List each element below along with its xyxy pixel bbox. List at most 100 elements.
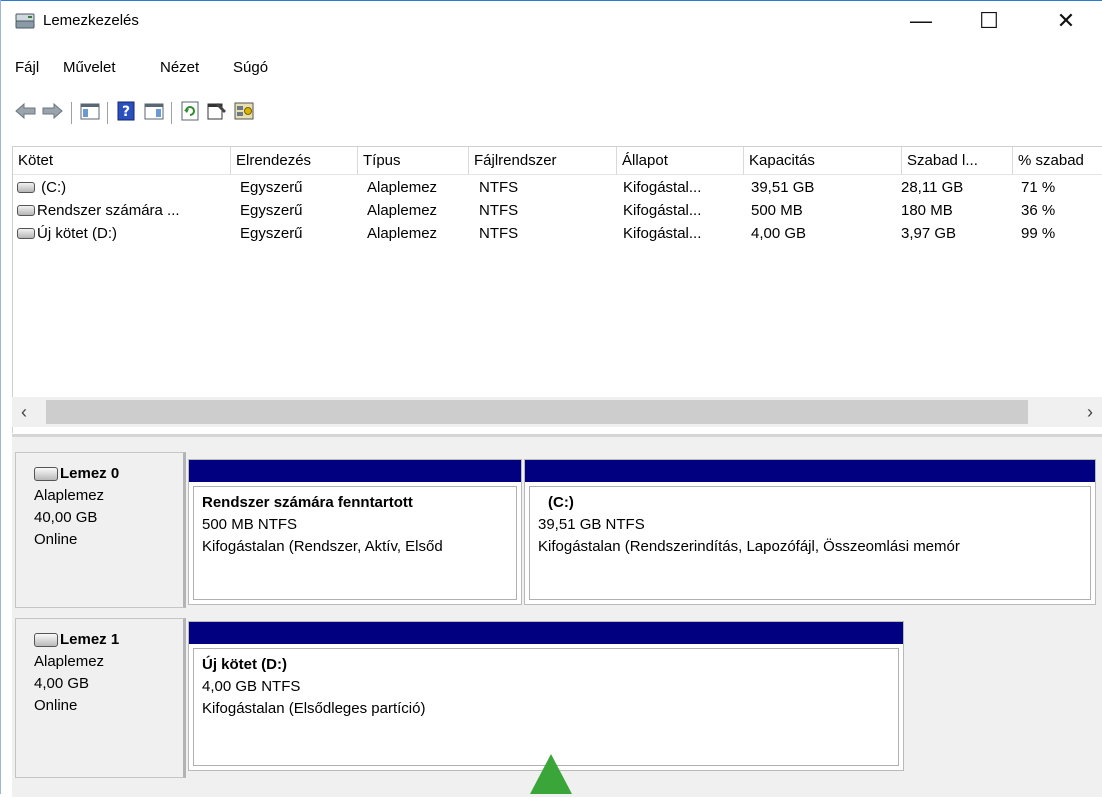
minimize-button[interactable]: —: [898, 1, 944, 41]
disk-0-name-row: Lemez 0: [34, 463, 183, 485]
action-pane-icon[interactable]: [143, 100, 165, 122]
disk-graphical-view: Lemez 0 Alaplemez 40,00 GB Online Rendsz…: [12, 434, 1102, 797]
partition-title: (C:): [548, 494, 574, 511]
type-cell: Alaplemez: [367, 225, 438, 242]
free-space-cell: 3,97 GB: [901, 225, 957, 242]
rescan-disks-icon[interactable]: [233, 100, 255, 122]
column-header-status[interactable]: Állapot: [617, 147, 744, 175]
disk-icon: [34, 633, 58, 647]
table-row[interactable]: Rendszer számára ... Egyszerű Alaplemez …: [13, 199, 1102, 222]
percent-free-cell: 36 %: [1021, 202, 1056, 219]
column-header-type[interactable]: Típus: [358, 147, 469, 175]
scroll-left-arrow-icon[interactable]: ‹: [12, 397, 36, 427]
partition-color-bar: [525, 460, 1095, 482]
volume-name-cell: (C:): [17, 176, 227, 199]
menu-help[interactable]: Súgó: [233, 59, 268, 76]
back-arrow-icon[interactable]: [15, 100, 37, 122]
column-header-layout[interactable]: Elrendezés: [231, 147, 358, 175]
table-row[interactable]: Új kötet (D:) Egyszerű Alaplemez NTFS Ki…: [13, 222, 1102, 245]
menu-file[interactable]: Fájl: [15, 59, 39, 76]
type-cell: Alaplemez: [367, 202, 438, 219]
percent-free-cell: 71 %: [1021, 179, 1056, 196]
status-cell: Kifogástal...: [623, 179, 702, 196]
type-cell: Alaplemez: [367, 179, 438, 196]
partition-filesystem: 39,51 GB NTFS: [538, 516, 645, 533]
forward-arrow-icon[interactable]: [41, 100, 63, 122]
capacity-cell: 39,51 GB: [751, 179, 815, 196]
toolbar-separator: [71, 102, 72, 124]
filesystem-cell: NTFS: [479, 179, 519, 196]
capacity-cell: 500 MB: [751, 202, 803, 219]
filesystem-cell: NTFS: [479, 202, 519, 219]
disk-0-name: Lemez 0: [60, 465, 120, 482]
partition-filesystem: 4,00 GB NTFS: [202, 678, 301, 695]
disk-1-size: 4,00 GB: [34, 675, 90, 692]
partition-color-bar: [189, 622, 903, 644]
partition-color-bar: [189, 460, 521, 482]
console-tree-icon[interactable]: [79, 100, 101, 122]
menu-view[interactable]: Nézet: [160, 59, 199, 76]
menu-action[interactable]: Művelet: [63, 59, 116, 76]
table-row[interactable]: (C:) Egyszerű Alaplemez NTFS Kifogástal.…: [13, 176, 1102, 199]
partition-c[interactable]: (C:) 39,51 GB NTFS Kifogástalan (Rendsze…: [524, 459, 1096, 605]
layout-cell: Egyszerű: [240, 225, 303, 242]
volume-name: (C:): [41, 179, 67, 196]
window-title: Lemezkezelés: [43, 12, 139, 29]
volume-name-cell: Rendszer számára ...: [17, 199, 227, 222]
percent-free-cell: 99 %: [1021, 225, 1056, 242]
partition-details: Új kötet (D:) 4,00 GB NTFS Kifogástalan …: [193, 648, 899, 766]
partition-filesystem: 500 MB NTFS: [202, 516, 298, 533]
partition-system-reserved[interactable]: Rendszer számára fenntartott 500 MB NTFS…: [188, 459, 522, 605]
column-header-free-space[interactable]: Szabad l...: [902, 147, 1013, 175]
disk-1-name: Lemez 1: [60, 631, 120, 648]
volume-list-header: Kötet Elrendezés Típus Fájlrendszer Álla…: [13, 147, 1102, 175]
disk-1-name-row: Lemez 1: [34, 629, 183, 651]
column-header-filesystem[interactable]: Fájlrendszer: [469, 147, 617, 175]
toolbar-separator: [171, 102, 172, 124]
status-cell: Kifogástal...: [623, 225, 702, 242]
toolbar-separator: [107, 102, 108, 124]
partition-status: Kifogástalan (Elsődleges partíció): [202, 700, 426, 717]
disk-1-type: Alaplemez: [34, 653, 105, 670]
scroll-right-arrow-icon[interactable]: ›: [1078, 397, 1102, 427]
partition-details: Rendszer számára fenntartott 500 MB NTFS…: [193, 486, 517, 600]
disk-1-label[interactable]: Lemez 1 Alaplemez 4,00 GB Online: [15, 618, 186, 778]
partition-title: Rendszer számára fenntartott: [202, 494, 413, 511]
help-icon[interactable]: ?: [115, 100, 137, 122]
maximize-button[interactable]: ☐: [966, 1, 1012, 41]
horizontal-scrollbar[interactable]: ‹ ›: [12, 397, 1102, 427]
disk-0-size: 40,00 GB: [34, 509, 98, 526]
svg-text:?: ?: [122, 104, 130, 120]
column-header-volume[interactable]: Kötet: [13, 147, 231, 175]
scrollbar-thumb[interactable]: [46, 400, 1028, 424]
drive-icon: [17, 227, 35, 239]
free-space-cell: 180 MB: [901, 202, 953, 219]
layout-cell: Egyszerű: [240, 202, 303, 219]
disk-management-app-icon: [15, 12, 35, 30]
title-bar[interactable]: Lemezkezelés — ☐ ✕: [1, 1, 1102, 41]
partition-details: (C:) 39,51 GB NTFS Kifogástalan (Rendsze…: [529, 486, 1091, 600]
drive-icon: [17, 204, 35, 216]
partition-title: Új kötet (D:): [202, 656, 287, 673]
column-header-percent-free[interactable]: % szabad: [1013, 147, 1102, 175]
volume-name-cell: Új kötet (D:): [17, 222, 227, 245]
filesystem-cell: NTFS: [479, 225, 519, 242]
free-space-cell: 28,11 GB: [901, 179, 964, 196]
disk-icon: [34, 467, 58, 481]
green-pointer-arrow-icon: [528, 754, 574, 794]
partition-status: Kifogástalan (Rendszerindítás, Lapozófáj…: [538, 538, 960, 555]
disk-0-label[interactable]: Lemez 0 Alaplemez 40,00 GB Online: [15, 452, 186, 608]
volume-list[interactable]: Kötet Elrendezés Típus Fájlrendszer Álla…: [12, 146, 1102, 433]
column-header-capacity[interactable]: Kapacitás: [744, 147, 902, 175]
properties-icon[interactable]: [206, 100, 228, 122]
disk-1-status: Online: [34, 697, 78, 714]
capacity-cell: 4,00 GB: [751, 225, 807, 242]
partition-status: Kifogástalan (Rendszer, Aktív, Elsőd: [202, 538, 443, 555]
disk-0-type: Alaplemez: [34, 487, 105, 504]
volume-name: Rendszer számára ...: [37, 202, 180, 219]
refresh-icon[interactable]: [179, 100, 201, 122]
layout-cell: Egyszerű: [240, 179, 303, 196]
disk-0-status: Online: [34, 531, 78, 548]
close-button[interactable]: ✕: [1043, 1, 1089, 41]
partition-d[interactable]: Új kötet (D:) 4,00 GB NTFS Kifogástalan …: [188, 621, 904, 771]
